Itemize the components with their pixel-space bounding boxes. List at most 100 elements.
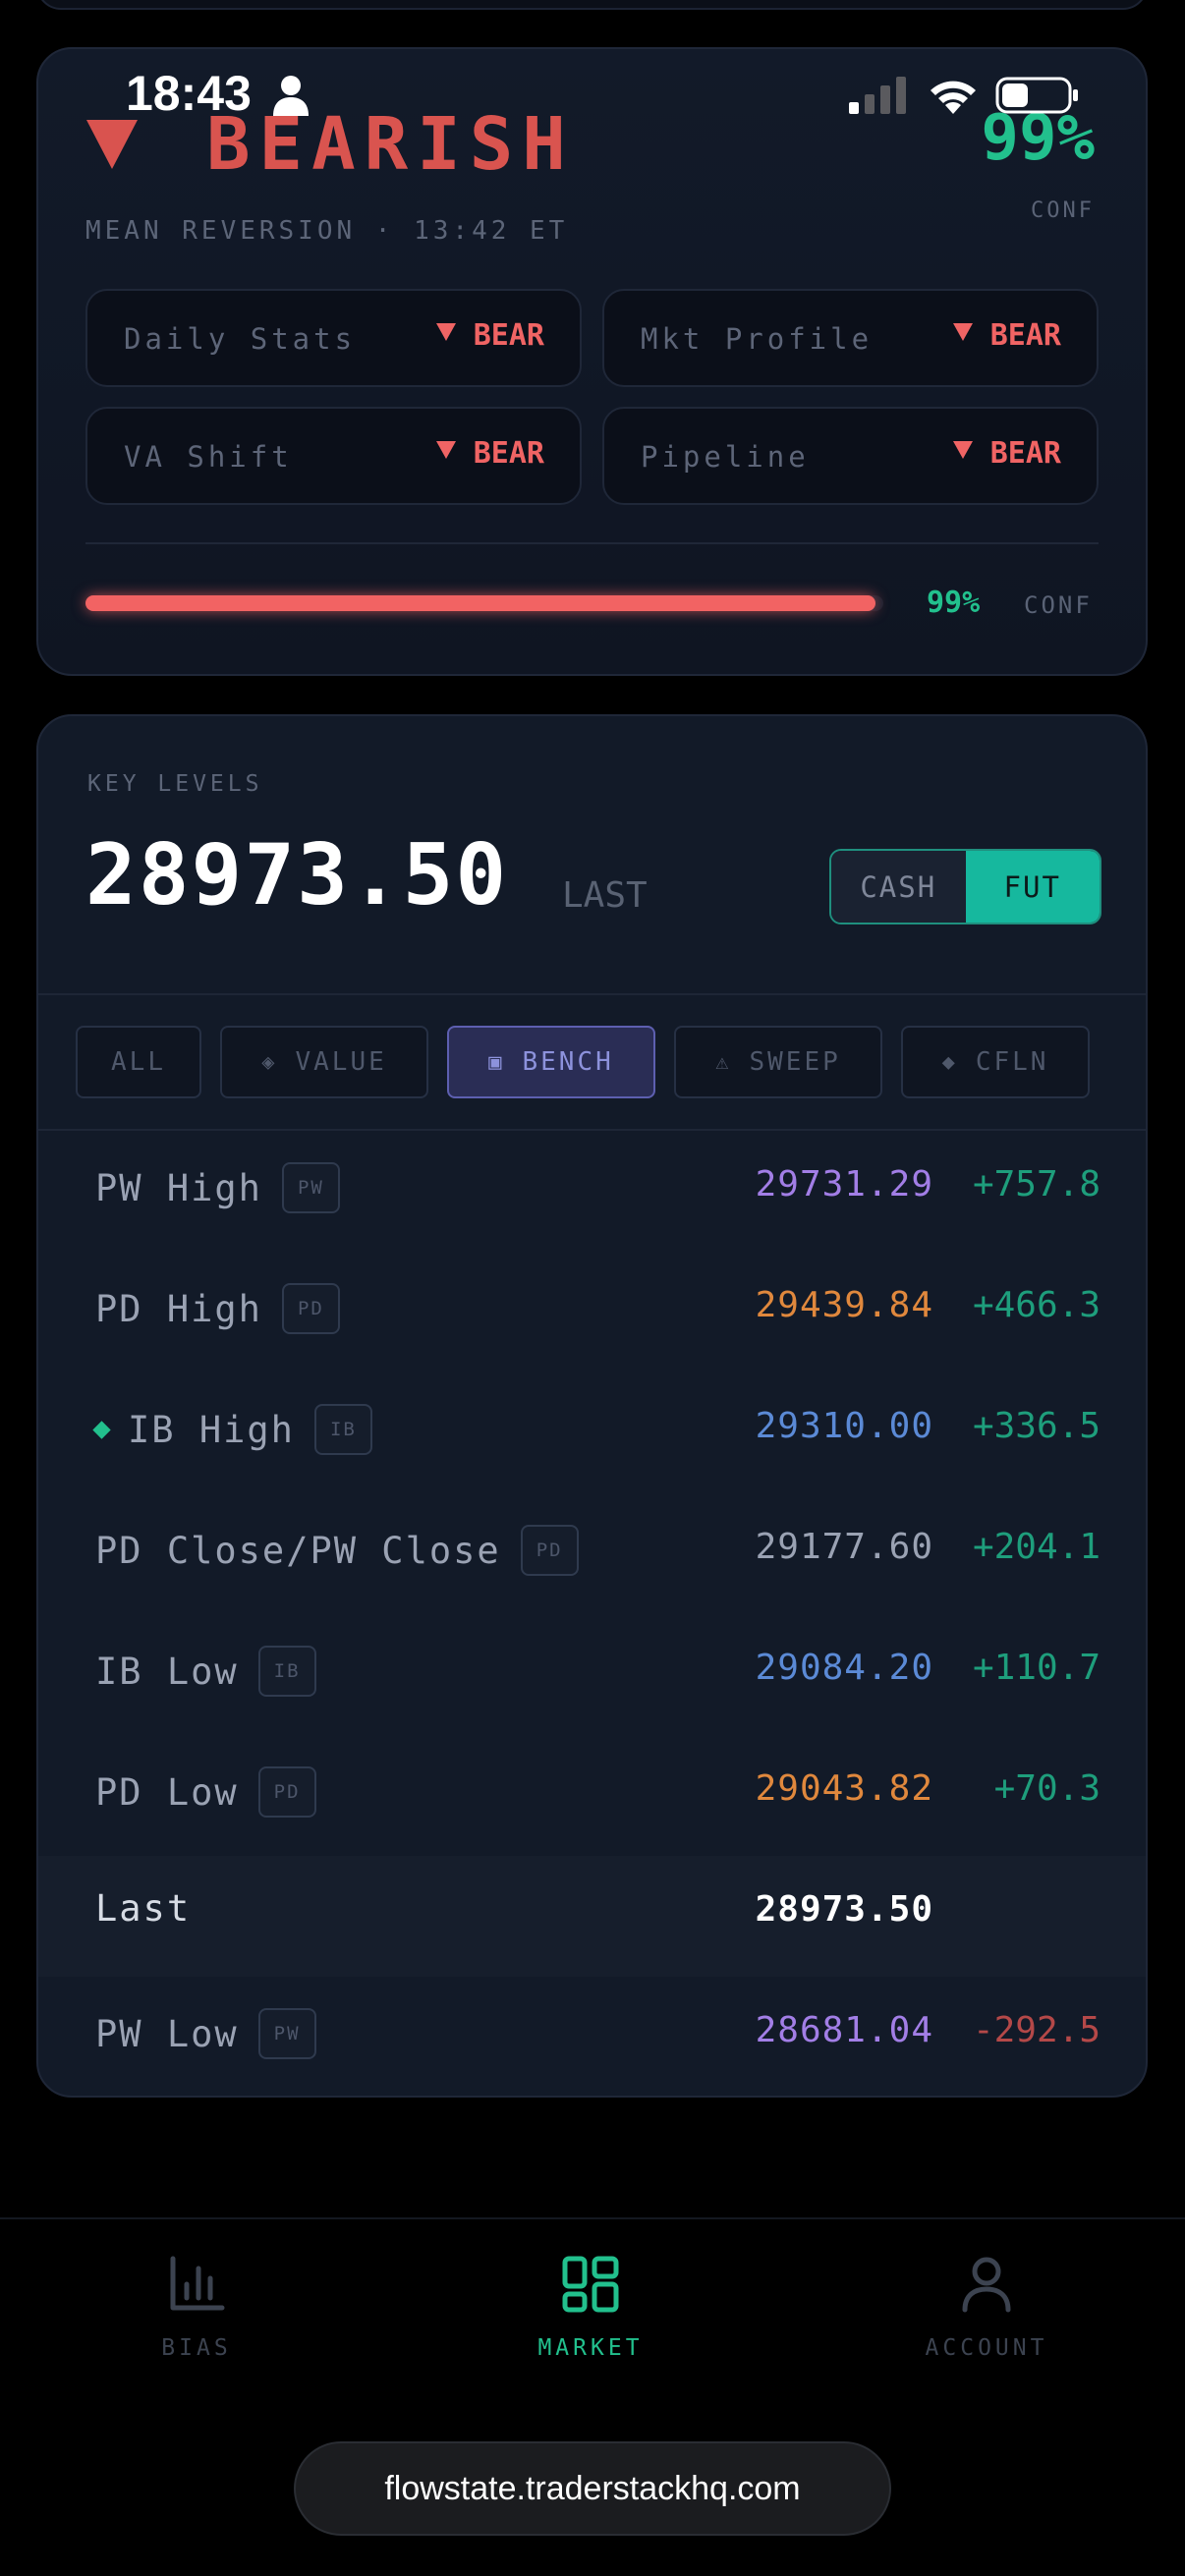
level-price: 29177.60 <box>755 1527 933 1567</box>
status-time: 18:43 <box>126 66 252 121</box>
signal-value: BEAR <box>435 318 544 353</box>
bar-chart-icon <box>170 2256 225 2311</box>
level-name: PW Low <box>95 2012 239 2055</box>
fut-toggle-button[interactable]: FUT <box>965 851 1100 923</box>
level-price: 28681.04 <box>755 2010 933 2050</box>
level-price: 28973.50 <box>755 1889 933 1930</box>
grid-icon <box>562 2256 619 2313</box>
level-price: 29439.84 <box>755 1285 933 1325</box>
level-tag: PW <box>257 2008 316 2059</box>
level-name-wrap: Last <box>95 1887 191 1930</box>
level-name-wrap: PW Low PW <box>95 2008 316 2059</box>
level-price: 29310.00 <box>755 1406 933 1446</box>
level-row[interactable]: PD Close/PW Close PD 29177.60 +204.1 <box>38 1493 1146 1614</box>
filter-all[interactable]: ALL <box>76 1026 201 1098</box>
previous-card-edge <box>36 0 1148 10</box>
person-icon <box>273 76 309 116</box>
battery-icon <box>995 77 1078 114</box>
level-delta: +70.3 <box>993 1768 1100 1809</box>
filter-cfln[interactable]: ◆ CFLN <box>901 1026 1090 1098</box>
signal-tile-pipeline[interactable]: Pipeline BEAR <box>602 407 1099 505</box>
filter-sweep[interactable]: ⚠ SWEEP <box>674 1026 882 1098</box>
signal-tile-daily-stats[interactable]: Daily Stats BEAR <box>85 289 582 387</box>
level-name-wrap: IB High IB <box>92 1404 372 1455</box>
level-name: PD Low <box>95 1770 239 1814</box>
bench-icon: ▣ <box>488 1049 505 1075</box>
signal-label: Mkt Profile <box>641 322 874 356</box>
nav-item-market[interactable]: MARKET <box>492 2255 689 2361</box>
level-tag: PW <box>281 1162 340 1213</box>
divider <box>38 993 1146 995</box>
level-delta: +757.8 <box>972 1164 1100 1204</box>
level-row[interactable]: PW High PW 29731.29 +757.8 <box>38 1131 1146 1252</box>
bias-confidence-label: CONF <box>1031 198 1095 223</box>
signal-value: BEAR <box>952 318 1061 353</box>
divider <box>85 542 1099 544</box>
confidence-bar-fill <box>85 595 875 611</box>
filter-value[interactable]: ◈ VALUE <box>220 1026 428 1098</box>
level-delta: +110.7 <box>972 1648 1100 1688</box>
wifi-icon <box>931 81 976 114</box>
nav-label: BIAS <box>161 2335 232 2361</box>
filter-label: SWEEP <box>749 1047 841 1077</box>
filter-bench[interactable]: ▣ BENCH <box>447 1026 655 1098</box>
level-name-wrap: PD Low PD <box>95 1766 316 1818</box>
level-name: PD High <box>95 1287 262 1330</box>
down-triangle-icon <box>435 441 456 459</box>
level-name: PW High <box>95 1166 262 1209</box>
key-levels-title: KEY LEVELS <box>87 771 263 797</box>
active-marker-icon <box>92 1420 111 1439</box>
signal-label: Daily Stats <box>124 322 357 356</box>
last-price-label: LAST <box>562 875 648 916</box>
down-triangle-icon <box>435 323 456 341</box>
cash-toggle-button[interactable]: CASH <box>831 851 966 923</box>
down-triangle-icon <box>952 441 973 459</box>
level-name-wrap: PW High PW <box>95 1162 340 1213</box>
signal-label: Pipeline <box>641 440 810 474</box>
level-name-wrap: PD Close/PW Close PD <box>95 1525 579 1576</box>
confidence-bar-label: CONF <box>1024 591 1093 619</box>
level-row[interactable]: IB High IB 29310.00 +336.5 <box>38 1372 1146 1493</box>
nav-divider <box>0 2217 1185 2219</box>
nav-item-bias[interactable]: BIAS <box>98 2255 295 2361</box>
level-price: 29731.29 <box>755 1164 933 1204</box>
signal-label: VA Shift <box>124 440 293 474</box>
level-delta: -292.5 <box>972 2010 1100 2050</box>
signal-tile-mkt-profile[interactable]: Mkt Profile BEAR <box>602 289 1099 387</box>
level-delta: +336.5 <box>972 1406 1100 1446</box>
bearish-arrow-icon <box>86 120 138 169</box>
url-bar[interactable]: flowstate.traderstackhq.com <box>294 2441 891 2536</box>
bias-subtitle: MEAN REVERSION · 13:42 ET <box>85 216 569 246</box>
level-row[interactable]: IB Low IB 29084.20 +110.7 <box>38 1614 1146 1735</box>
level-row[interactable]: PD Low PD 29043.82 +70.3 <box>38 1735 1146 1856</box>
level-name: IB Low <box>95 1650 239 1693</box>
signal-value: BEAR <box>952 436 1061 471</box>
level-tag: IB <box>257 1646 316 1697</box>
level-tag: PD <box>257 1766 316 1818</box>
nav-label: MARKET <box>537 2335 644 2361</box>
filter-label: BENCH <box>522 1047 614 1077</box>
person-icon <box>962 2257 1011 2313</box>
level-row[interactable]: PD High PD 29439.84 +466.3 <box>38 1252 1146 1372</box>
level-price: 29043.82 <box>755 1768 933 1809</box>
signal-value: BEAR <box>435 436 544 471</box>
level-name: PD Close/PW Close <box>95 1529 501 1572</box>
level-tag: PD <box>520 1525 579 1576</box>
down-triangle-icon <box>952 323 973 341</box>
level-delta: +204.1 <box>972 1527 1100 1567</box>
level-price: 29084.20 <box>755 1648 933 1688</box>
filter-label: CFLN <box>975 1047 1049 1077</box>
level-name: IB High <box>128 1408 295 1451</box>
nav-label: ACCOUNT <box>925 2335 1048 2361</box>
level-row[interactable]: PW Low PW 28681.04 -292.5 <box>38 1977 1146 2096</box>
level-row-last[interactable]: Last 28973.50 <box>38 1856 1146 1977</box>
cellular-signal-icon <box>849 77 906 114</box>
confidence-bar <box>85 595 883 611</box>
last-price: 28973.50 <box>85 826 509 924</box>
signal-tile-va-shift[interactable]: VA Shift BEAR <box>85 407 582 505</box>
nav-item-account[interactable]: ACCOUNT <box>888 2255 1085 2361</box>
key-levels-card: KEY LEVELS 28973.50 LAST CASH FUT ALL ◈ … <box>36 714 1148 2098</box>
filter-label: ALL <box>111 1047 166 1077</box>
cash-fut-toggle: CASH FUT <box>829 849 1101 924</box>
level-name: Last <box>95 1887 192 1930</box>
